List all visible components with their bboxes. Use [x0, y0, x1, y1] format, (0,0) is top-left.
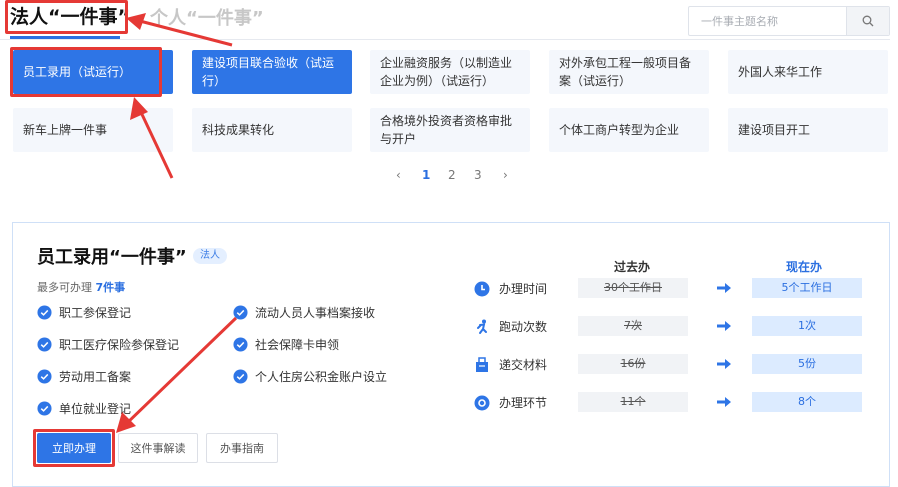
- check-item-label: 职工参保登记: [59, 306, 132, 320]
- check-circle-icon: [233, 305, 248, 320]
- now-value: 1次: [752, 316, 862, 336]
- compare-row-text: 跑动次数: [499, 320, 548, 334]
- service-item-label: 合格境外投资者资格审批与开户: [380, 114, 513, 146]
- compare-row-label: 递交材料: [474, 356, 547, 373]
- past-value: 11个: [578, 392, 688, 412]
- service-item-label: 外国人来华工作: [738, 65, 823, 79]
- highlight-box-item: [10, 47, 162, 97]
- check-item: 流动人员人事档案接收: [233, 304, 375, 321]
- check-circle-icon: [37, 305, 52, 320]
- tab-individual[interactable]: 个人“一件事”: [150, 4, 264, 30]
- search-button[interactable]: [846, 7, 889, 35]
- service-item[interactable]: 科技成果转化: [192, 108, 352, 152]
- service-item[interactable]: 对外承包工程一般项目备案（试运行）: [549, 50, 709, 94]
- check-item-label: 流动人员人事档案接收: [255, 306, 376, 320]
- pagination-page-2[interactable]: 2: [448, 168, 456, 182]
- service-item[interactable]: 合格境外投资者资格审批与开户: [370, 108, 530, 152]
- compare-row-label: 跑动次数: [474, 318, 547, 335]
- check-item: 个人住房公积金账户设立: [233, 368, 387, 385]
- service-item-label: 企业融资服务（以制造业企业为例）（试运行）: [380, 56, 513, 88]
- service-item-label: 新车上牌一件事: [23, 123, 108, 137]
- search-box: [688, 6, 890, 36]
- check-item: 职工医疗保险参保登记: [37, 336, 179, 353]
- explain-button[interactable]: 这件事解读: [118, 433, 198, 463]
- max-count-line: 最多可办理 7件事: [37, 279, 125, 295]
- past-value: 16份: [578, 354, 688, 374]
- compare-row-label: 办理时间: [474, 280, 547, 297]
- arrow-right-icon: [717, 321, 731, 331]
- guide-button[interactable]: 办事指南: [206, 433, 278, 463]
- arrow-right-icon: [717, 397, 731, 407]
- compare-row-label: 办理环节: [474, 394, 547, 411]
- service-item-label: 建设项目联合验收（试运行）: [202, 56, 335, 88]
- search-input[interactable]: [689, 7, 859, 35]
- arrow-right-icon: [717, 283, 731, 293]
- compare-row-text: 办理时间: [499, 282, 548, 296]
- check-circle-icon: [37, 369, 52, 384]
- search-icon: [862, 15, 874, 27]
- clock-icon: [474, 281, 490, 296]
- now-value: 8个: [752, 392, 862, 412]
- detail-title: 员工录用“一件事”: [37, 247, 187, 268]
- header-divider: [0, 39, 890, 40]
- service-item[interactable]: 新车上牌一件事: [13, 108, 173, 152]
- now-value: 5份: [752, 354, 862, 374]
- pagination-page-3[interactable]: 3: [474, 168, 482, 182]
- service-item[interactable]: 个体工商户转型为企业: [549, 108, 709, 152]
- highlight-box-tab: [5, 0, 128, 34]
- pagination-prev[interactable]: ‹: [396, 168, 401, 182]
- max-count-prefix: 最多可办理: [37, 281, 92, 294]
- service-item-label: 对外承包工程一般项目备案（试运行）: [559, 56, 692, 88]
- check-circle-icon: [233, 369, 248, 384]
- pagination-page-1[interactable]: 1: [422, 168, 430, 182]
- running-icon: [477, 319, 487, 334]
- check-item: 单位就业登记: [37, 400, 131, 417]
- compare-row-text: 办理环节: [499, 396, 548, 410]
- service-item-label: 个体工商户转型为企业: [559, 123, 680, 137]
- check-circle-icon: [233, 337, 248, 352]
- service-item[interactable]: 建设项目联合验收（试运行）: [192, 50, 352, 94]
- past-value: 7次: [578, 316, 688, 336]
- service-item[interactable]: 外国人来华工作: [728, 50, 888, 94]
- past-value: 30个工作日: [578, 278, 688, 298]
- past-column-header: 过去办: [614, 260, 651, 274]
- service-item[interactable]: 企业融资服务（以制造业企业为例）（试运行）: [370, 50, 530, 94]
- max-count-value: 7件事: [95, 281, 126, 294]
- arrow-right-icon: [717, 359, 731, 369]
- check-item: 职工参保登记: [37, 304, 131, 321]
- pagination-next[interactable]: ›: [503, 168, 508, 182]
- now-column-header: 现在办: [786, 260, 823, 274]
- check-item: 社会保障卡申领: [233, 336, 339, 353]
- check-item-label: 劳动用工备案: [59, 370, 132, 384]
- check-item-label: 职工医疗保险参保登记: [59, 338, 180, 352]
- check-item-label: 单位就业登记: [59, 402, 132, 416]
- service-item-label: 建设项目开工: [738, 123, 811, 137]
- highlight-box-apply: [33, 429, 115, 467]
- check-item-label: 社会保障卡申领: [255, 338, 340, 352]
- now-value: 5个工作日: [752, 278, 862, 298]
- category-tag: 法人: [193, 248, 227, 264]
- check-item: 劳动用工备案: [37, 368, 131, 385]
- check-item-label: 个人住房公积金账户设立: [255, 370, 388, 384]
- compare-row-text: 递交材料: [499, 358, 548, 372]
- steps-icon: [474, 395, 490, 410]
- service-item-label: 科技成果转化: [202, 123, 275, 137]
- check-circle-icon: [37, 401, 52, 416]
- documents-icon: [476, 356, 488, 372]
- check-circle-icon: [37, 337, 52, 352]
- service-item[interactable]: 建设项目开工: [728, 108, 888, 152]
